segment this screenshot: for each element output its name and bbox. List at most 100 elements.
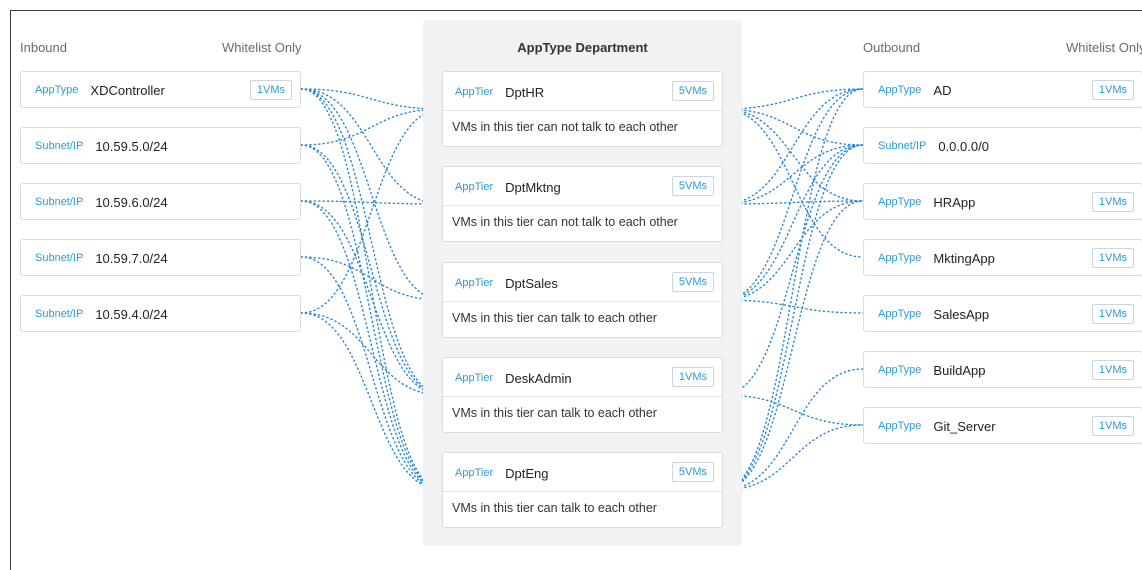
outbound-heading: Outbound [863, 40, 921, 55]
vm-count-badge[interactable]: 1VMs [1091, 248, 1134, 268]
vm-count-badge[interactable]: 1VMs [671, 367, 714, 387]
divider [443, 110, 722, 111]
item-name: MktingApp [933, 250, 995, 266]
type-tag: AppTier [455, 277, 494, 289]
vm-count-badge[interactable]: 1VMs [1091, 416, 1134, 436]
inbound-link [300, 256, 443, 491]
outbound-whitelist-label: Whitelist Only [1066, 40, 1142, 55]
type-tag: Subnet/IP [35, 252, 84, 264]
outbound-link [722, 144, 864, 301]
outbound-link [722, 299, 864, 314]
card-header: Subnet/IP 10.59.7.0/24 [21, 240, 300, 276]
tier-description: VMs in this tier can talk to each other [452, 406, 657, 420]
type-tag: Subnet/IP [35, 140, 84, 152]
outbound-link [722, 108, 864, 202]
inbound-link [300, 144, 443, 491]
item-name: DptMktng [505, 179, 561, 195]
tier-card[interactable]: AppTier DptMktng 5VMs VMs in this tier can … [442, 166, 723, 242]
inbound-link [300, 88, 443, 205]
outbound-card[interactable]: AppType AD 1VMs [863, 71, 1142, 108]
inbound-link [300, 200, 443, 491]
inbound-link [300, 88, 443, 491]
card-header: Subnet/IP 10.59.5.0/24 [21, 128, 300, 164]
vm-count-badge[interactable]: 1VMs [1091, 304, 1134, 324]
vm-count-badge[interactable]: 5VMs [671, 81, 714, 101]
item-name: HRApp [933, 194, 976, 210]
tier-card[interactable]: AppTier DptSales 5VMs VMs in this tier can … [442, 262, 723, 338]
outbound-link [722, 200, 864, 491]
item-name: Git_Server [933, 418, 996, 434]
outbound-link [722, 88, 864, 110]
inbound-link [300, 144, 443, 396]
inbound-whitelist-label: Whitelist Only [222, 40, 302, 55]
item-name: 10.59.5.0/24 [95, 138, 168, 154]
inbound-card[interactable]: Subnet/IP 10.59.4.0/24 [20, 295, 301, 332]
divider [443, 205, 722, 206]
outbound-card[interactable]: AppType MktingApp 1VMs [863, 239, 1142, 276]
item-name: 10.59.7.0/24 [95, 250, 168, 266]
outbound-link [722, 200, 864, 205]
inbound-card[interactable]: AppType XDController 1VMs [20, 71, 301, 108]
inbound-link [300, 256, 443, 301]
tier-card[interactable]: AppTier DptEng 5VMs VMs in this tier can ta… [442, 452, 723, 528]
outbound-link [722, 200, 864, 301]
inbound-heading: Inbound [20, 40, 67, 55]
card-header: Subnet/IP 10.59.4.0/24 [21, 296, 300, 332]
type-tag: AppType [878, 364, 922, 376]
outbound-card[interactable]: AppType HRApp 1VMs [863, 183, 1142, 220]
outbound-card[interactable]: Subnet/IP 0.0.0.0/0 [863, 127, 1142, 164]
type-tag: AppType [878, 308, 922, 320]
inbound-card[interactable]: Subnet/IP 10.59.5.0/24 [20, 127, 301, 164]
tier-description: VMs in this tier can talk to each other [452, 501, 657, 515]
inbound-link [300, 88, 443, 110]
divider [443, 396, 722, 397]
vm-count-badge[interactable]: 5VMs [671, 462, 714, 482]
type-tag: AppTier [455, 467, 494, 479]
outbound-card[interactable]: AppType SalesApp 1VMs [863, 295, 1142, 332]
item-name: XDController [90, 82, 165, 98]
item-name: DptSales [505, 275, 558, 291]
vm-count-badge[interactable]: 1VMs [1091, 80, 1134, 100]
type-tag: AppTier [455, 372, 494, 384]
tier-card[interactable]: AppTier DptHR 5VMs VMs in this tier can not… [442, 71, 723, 147]
type-tag: AppType [878, 420, 922, 432]
outbound-link [722, 88, 864, 301]
vm-count-badge[interactable]: 5VMs [671, 176, 714, 196]
type-tag: AppTier [455, 86, 494, 98]
inbound-link [300, 108, 443, 146]
tier-card[interactable]: AppTier DeskAdmin 1VMs VMs in this tier can… [442, 357, 723, 433]
type-tag: Subnet/IP [878, 140, 927, 152]
outbound-link [722, 108, 864, 258]
card-header: Subnet/IP 10.59.6.0/24 [21, 184, 300, 220]
item-name: SalesApp [933, 306, 990, 322]
item-name: 10.59.6.0/24 [95, 194, 168, 210]
center-title: AppType Department [517, 40, 648, 55]
tier-description: VMs in this tier can talk to each other [452, 311, 657, 325]
outbound-link [722, 88, 864, 205]
item-name: 0.0.0.0/0 [938, 138, 989, 154]
card-header: Subnet/IP 0.0.0.0/0 [864, 128, 1142, 164]
item-name: DptEng [505, 465, 549, 481]
vm-count-badge[interactable]: 1VMs [249, 80, 292, 100]
inbound-card[interactable]: Subnet/IP 10.59.6.0/24 [20, 183, 301, 220]
inbound-card[interactable]: Subnet/IP 10.59.7.0/24 [20, 239, 301, 276]
outbound-link [722, 394, 864, 426]
divider [443, 491, 722, 492]
tier-description: VMs in this tier can not talk to each ot… [452, 120, 678, 134]
item-name: DptHR [505, 84, 545, 100]
type-tag: AppTier [455, 181, 494, 193]
vm-count-badge[interactable]: 1VMs [1091, 360, 1134, 380]
tier-description: VMs in this tier can not talk to each ot… [452, 215, 678, 229]
item-name: 10.59.4.0/24 [95, 306, 168, 322]
outbound-card[interactable]: AppType Git_Server 1VMs [863, 407, 1142, 444]
type-tag: AppType [878, 196, 922, 208]
outbound-card[interactable]: AppType BuildApp 1VMs [863, 351, 1142, 388]
type-tag: AppType [878, 252, 922, 264]
vm-count-badge[interactable]: 5VMs [671, 272, 714, 292]
inbound-link [300, 200, 443, 205]
vm-count-badge[interactable]: 1VMs [1091, 192, 1134, 212]
outbound-link [722, 144, 864, 491]
inbound-link [300, 312, 443, 491]
inbound-link [300, 108, 443, 314]
item-name: BuildApp [933, 362, 986, 378]
